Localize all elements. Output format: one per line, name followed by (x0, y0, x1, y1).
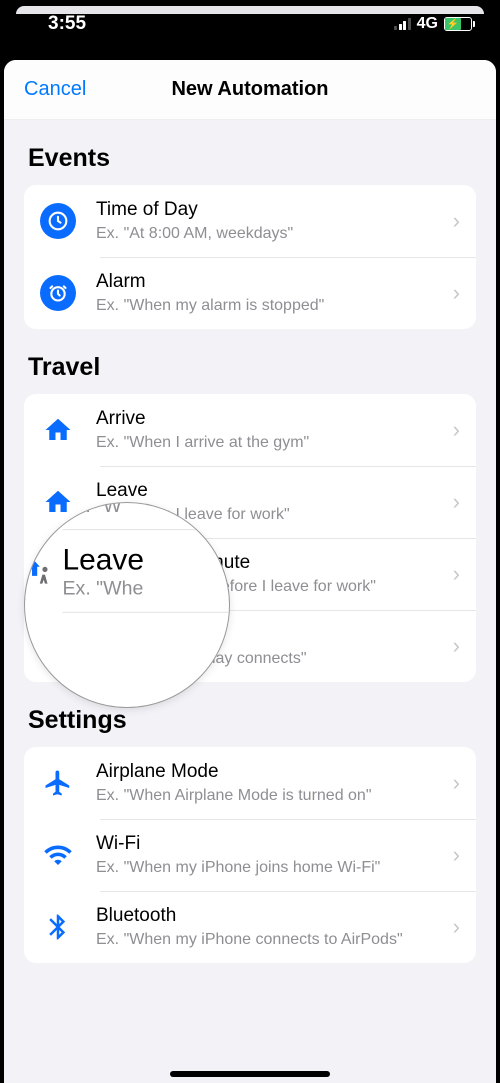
row-subtitle: Ex. "When Airplane Mode is turned on" (96, 787, 453, 805)
chevron-right-icon: › (453, 770, 460, 796)
magnifier-overlay: Ex. "W Leave Ex. "Whe (24, 502, 230, 708)
chevron-right-icon: › (453, 633, 460, 659)
wifi-icon (40, 837, 76, 873)
page-title: New Automation (171, 78, 328, 101)
chevron-right-icon: › (453, 561, 460, 587)
cancel-button[interactable]: Cancel (24, 78, 86, 101)
clock-icon (40, 203, 76, 239)
chevron-right-icon: › (453, 417, 460, 443)
row-airplane[interactable]: Airplane Mode Ex. "When Airplane Mode is… (24, 747, 476, 819)
arrive-icon (40, 412, 76, 448)
row-title: Airplane Mode (96, 761, 453, 783)
mag-focused-sub: Ex. "Whe (63, 577, 144, 600)
row-alarm[interactable]: Alarm Ex. "When my alarm is stopped" › (24, 257, 476, 329)
home-indicator[interactable] (170, 1071, 330, 1077)
modal-header: Cancel New Automation (4, 60, 496, 120)
row-title: Wi-Fi (96, 833, 453, 855)
row-title: Time of Day (96, 199, 453, 221)
chevron-right-icon: › (453, 208, 460, 234)
airplane-icon (40, 765, 76, 801)
bluetooth-icon (40, 909, 76, 945)
mag-focused-title: Leave (63, 542, 144, 578)
settings-card: Airplane Mode Ex. "When Airplane Mode is… (24, 747, 476, 963)
row-arrive[interactable]: Arrive Ex. "When I arrive at the gym" › (24, 394, 476, 466)
modal-sheet: Cancel New Automation Events Time of Day… (4, 60, 496, 1083)
status-icons: 4G ⚡ (394, 15, 472, 33)
events-card: Time of Day Ex. "At 8:00 AM, weekdays" ›… (24, 185, 476, 329)
row-title: Alarm (96, 271, 453, 293)
row-bluetooth[interactable]: Bluetooth Ex. "When my iPhone connects t… (24, 891, 476, 963)
signal-icon (394, 18, 411, 30)
row-wifi[interactable]: Wi-Fi Ex. "When my iPhone joins home Wi-… (24, 819, 476, 891)
mag-prev-sub: Ex. "W (63, 502, 122, 518)
chevron-right-icon: › (453, 280, 460, 306)
row-time-of-day[interactable]: Time of Day Ex. "At 8:00 AM, weekdays" › (24, 185, 476, 257)
row-subtitle: Ex. "When my alarm is stopped" (96, 297, 453, 315)
chevron-right-icon: › (453, 842, 460, 868)
battery-icon: ⚡ (444, 17, 472, 31)
row-subtitle: Ex. "When my iPhone joins home Wi-Fi" (96, 859, 453, 877)
alarm-icon (40, 275, 76, 311)
row-title: Bluetooth (96, 905, 453, 927)
row-subtitle: Ex. "When I arrive at the gym" (96, 434, 453, 452)
modal-stack-peek (16, 6, 484, 14)
section-title-travel: Travel (4, 329, 496, 394)
row-title: Leave (96, 480, 453, 502)
network-label: 4G (417, 15, 438, 33)
row-title: Arrive (96, 408, 453, 430)
chevron-right-icon: › (453, 914, 460, 940)
status-time: 3:55 (48, 13, 86, 35)
row-subtitle: Ex. "At 8:00 AM, weekdays" (96, 225, 453, 243)
section-title-events: Events (4, 120, 496, 185)
chevron-right-icon: › (453, 489, 460, 515)
row-subtitle: Ex. "When my iPhone connects to AirPods" (96, 931, 453, 949)
